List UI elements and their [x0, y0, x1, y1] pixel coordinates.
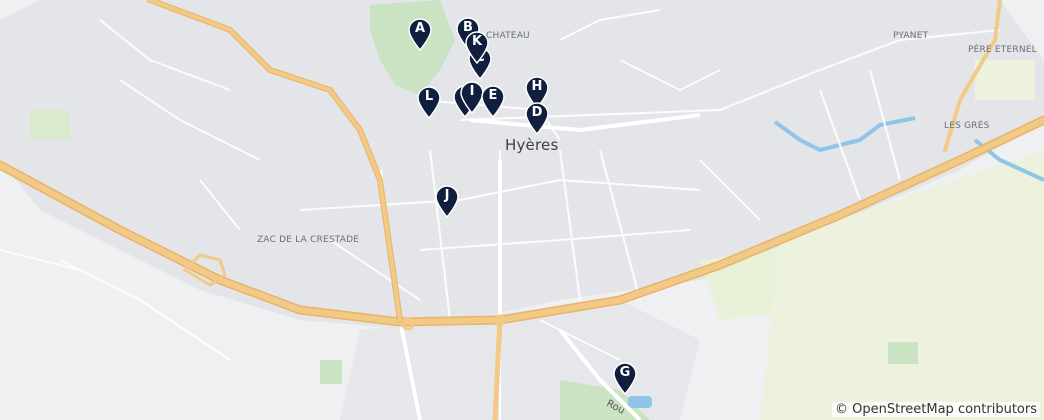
marker-label: H [531, 79, 543, 94]
map-view[interactable]: CHATEAU PYANET PÈRE ETERNEL LES GRÈS ZAC… [0, 0, 1044, 420]
marker-label: K [471, 34, 483, 49]
marker-k[interactable]: K [464, 30, 490, 64]
marker-label: A [414, 21, 426, 36]
fields-sw [0, 320, 250, 420]
place-label-chateau: CHATEAU [486, 31, 530, 41]
green-patch [888, 342, 918, 364]
marker-label: D [531, 105, 543, 120]
marker-label: L [424, 89, 434, 104]
place-label-les-gres: LES GRÈS [944, 121, 990, 131]
marker-e[interactable]: E [480, 84, 506, 118]
marker-g[interactable]: G [612, 361, 638, 395]
pond [628, 396, 652, 408]
marker-a[interactable]: A [407, 17, 433, 51]
marker-label: E [488, 88, 498, 103]
marker-label: G [619, 365, 631, 380]
green-patch [320, 360, 342, 384]
place-label-pyanet: PYANET [893, 31, 929, 41]
place-label-pere-eternel: PÈRE ETERNEL [968, 45, 1037, 55]
marker-j[interactable]: J [434, 184, 460, 218]
green-patch [30, 110, 70, 140]
green-patch [975, 60, 1035, 100]
marker-d[interactable]: D [524, 101, 550, 135]
marker-label: J [444, 188, 450, 203]
map-attribution[interactable]: © OpenStreetMap contributors [832, 402, 1040, 417]
marker-l[interactable]: L [416, 85, 442, 119]
place-label-city: Hyères [505, 136, 559, 154]
place-label-zac: ZAC DE LA CRESTADE [257, 235, 360, 245]
map-base-layer [0, 0, 1044, 420]
